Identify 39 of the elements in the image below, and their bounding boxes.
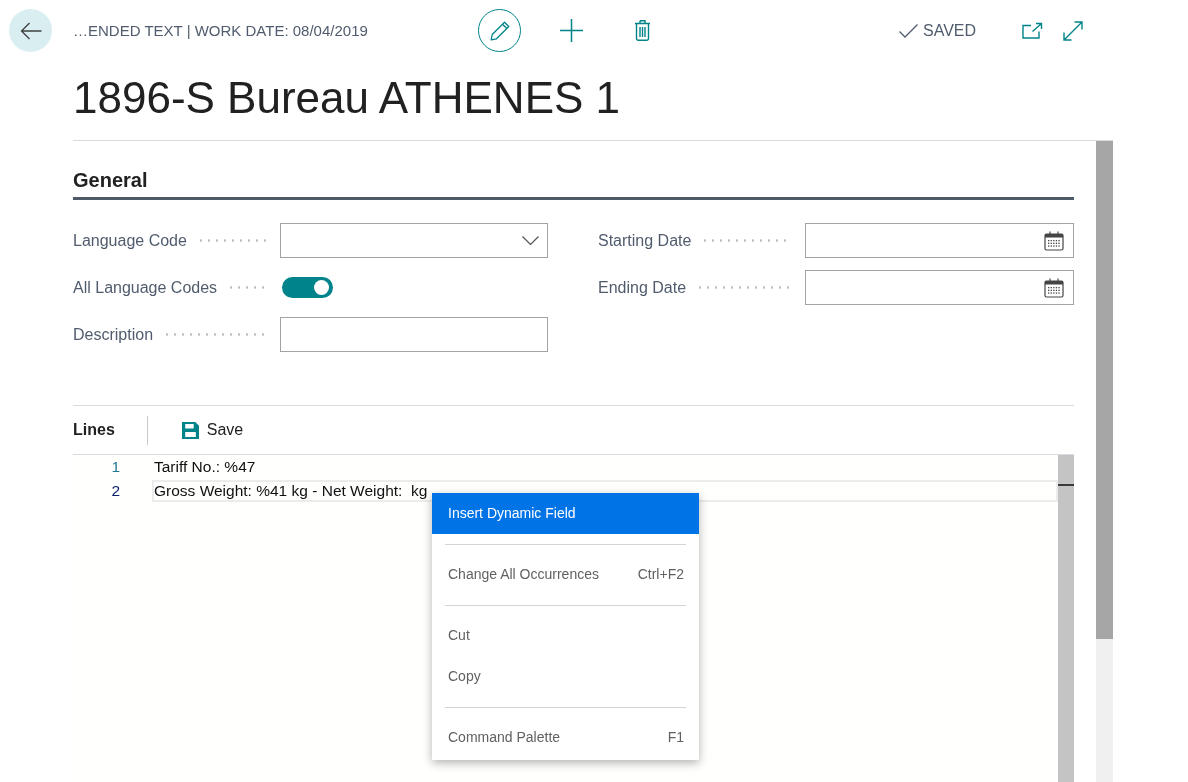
calendar-icon[interactable] (1044, 277, 1064, 298)
breadcrumb-text: …ENDED TEXT | WORK DATE: 08/04/2019 (73, 21, 368, 39)
code-line: Tariff No.: %47 (154, 457, 256, 478)
status-text: SAVED (923, 20, 977, 41)
chevron-down-icon (522, 236, 539, 245)
save-icon (181, 421, 199, 439)
text-field[interactable] (280, 317, 548, 352)
menu-item[interactable]: Insert Dynamic Field (432, 493, 699, 534)
line-number: 1 (110, 457, 120, 478)
back-button[interactable] (9, 9, 52, 52)
menu-item[interactable]: Cut (432, 615, 699, 656)
toggle-switch[interactable] (282, 277, 333, 298)
page-title: 1896-S Bureau ATHENES 1 (73, 71, 621, 124)
save-button[interactable]: Save (181, 418, 244, 442)
section-heading: Lines (73, 420, 115, 440)
field-label: Starting Date (598, 230, 692, 251)
field-label: All Language Codes (73, 277, 218, 298)
line-number: 2 (110, 481, 120, 502)
expand-icon[interactable] (1063, 20, 1084, 41)
date-field[interactable] (805, 270, 1074, 305)
check-icon (899, 23, 918, 38)
plus-icon[interactable] (560, 19, 583, 42)
field-label: Language Code (73, 230, 187, 251)
field-label: Description (73, 324, 154, 345)
pencil-icon (489, 20, 510, 41)
menu-item[interactable]: Change All Occurrences Ctrl+F2 (432, 554, 699, 595)
menu-item[interactable]: Command Palette F1 (432, 717, 699, 758)
code-line: Gross Weight: %41 kg - Net Weight: kg (154, 481, 428, 502)
date-field[interactable] (805, 223, 1074, 258)
dropdown-field[interactable] (280, 223, 548, 258)
open-window-icon[interactable] (1022, 22, 1044, 39)
editor-scrollbar[interactable] (1058, 455, 1074, 782)
calendar-icon[interactable] (1044, 230, 1064, 251)
arrow-left-icon (19, 21, 42, 40)
section-heading: General (73, 168, 148, 193)
menu-item[interactable]: Copy (432, 656, 699, 697)
field-label: Ending Date (598, 277, 687, 298)
page-scrollbar[interactable] (1096, 141, 1113, 782)
trash-icon[interactable] (634, 20, 651, 41)
